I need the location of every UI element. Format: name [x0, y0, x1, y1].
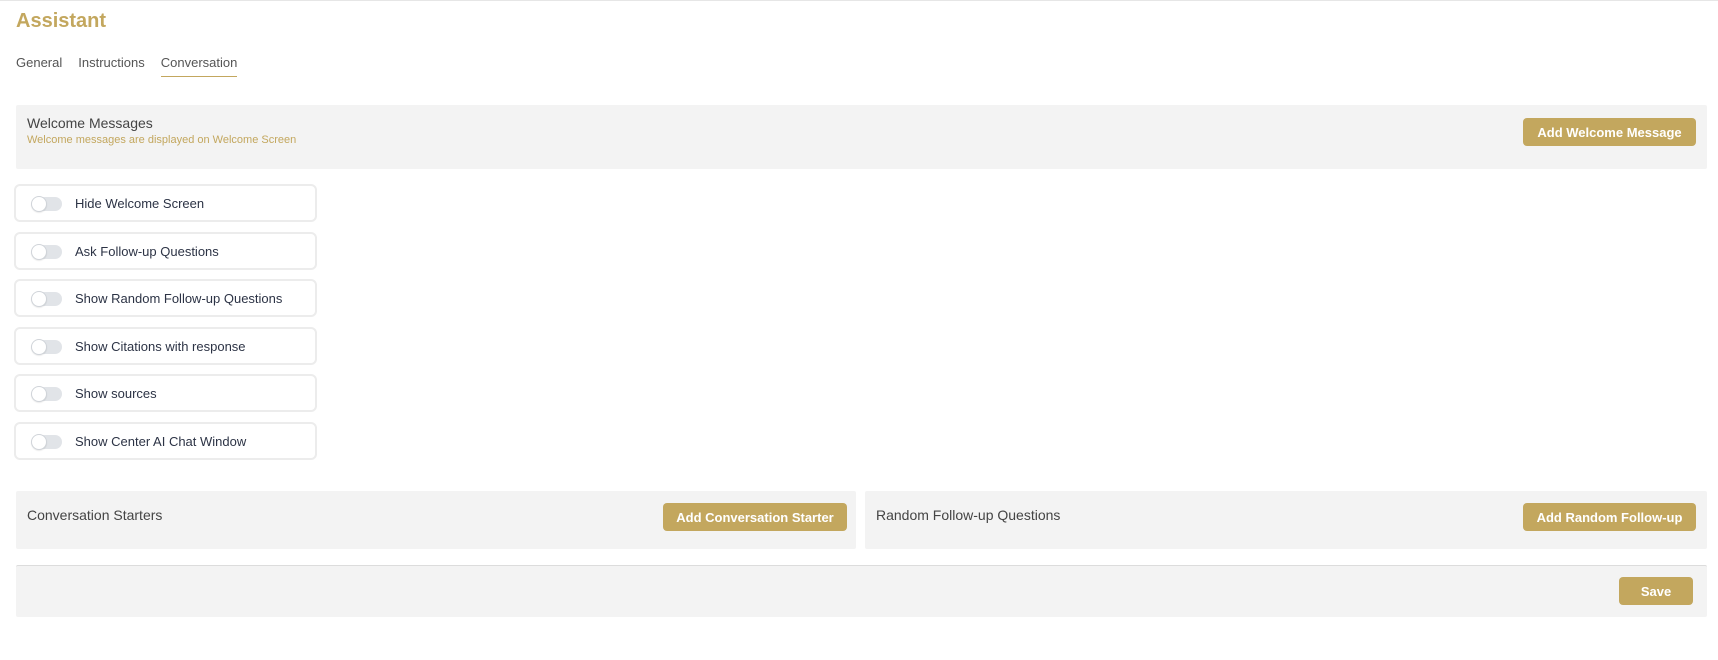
toggle-switch[interactable]	[31, 433, 62, 450]
toggle-knob	[31, 433, 47, 450]
welcome-messages-title: Welcome Messages	[27, 115, 153, 131]
toggle-knob	[31, 338, 47, 355]
footer-bar: Save	[16, 565, 1707, 617]
tab-instructions[interactable]: Instructions	[78, 55, 144, 77]
random-follow-up-title: Random Follow-up Questions	[876, 507, 1061, 523]
toggle-label: Show sources	[75, 386, 157, 401]
toggle-switch[interactable]	[31, 196, 62, 212]
toggle-label: Show Random Follow-up Questions	[75, 291, 283, 306]
toggle-label: Hide Welcome Screen	[75, 196, 205, 211]
welcome-messages-subtitle: Welcome messages are displayed on Welcom…	[27, 134, 297, 146]
tab-conversation[interactable]: Conversation	[160, 55, 238, 77]
toggle-switch[interactable]	[31, 338, 62, 355]
toggle-row-ask-follow-up-questions[interactable]: Ask Follow-up Questions	[14, 231, 317, 270]
toggle-label: Show Center AI Chat Window	[75, 433, 247, 449]
toggle-switch[interactable]	[31, 386, 62, 402]
add-random-follow-up-button[interactable]: Add Random Follow-up	[1523, 503, 1696, 531]
tab-bar: General Instructions Conversation	[16, 55, 238, 77]
toggle-row-show-citations[interactable]: Show Citations with response	[14, 326, 317, 365]
random-follow-up-panel: Random Follow-up Questions Add Random Fo…	[865, 491, 1707, 549]
conversation-starters-panel: Conversation Starters Add Conversation S…	[16, 491, 856, 549]
add-welcome-message-button[interactable]: Add Welcome Message	[1523, 118, 1696, 146]
toggle-row-show-random-follow-up-questions[interactable]: Show Random Follow-up Questions	[14, 279, 317, 317]
toggle-label: Show Citations with response	[75, 338, 246, 354]
toggle-switch[interactable]	[31, 243, 62, 260]
page-title: Assistant	[16, 10, 107, 32]
top-divider	[0, 0, 1718, 1]
toggle-knob	[31, 291, 47, 307]
tab-general[interactable]: General	[16, 55, 62, 77]
toggle-knob	[31, 243, 47, 260]
toggle-row-show-sources[interactable]: Show sources	[14, 374, 317, 412]
toggle-row-show-center-ai-chat-window[interactable]: Show Center AI Chat Window	[14, 421, 317, 460]
toggle-switch[interactable]	[31, 291, 62, 307]
save-button[interactable]: Save	[1619, 577, 1693, 605]
welcome-messages-panel: Welcome Messages Welcome messages are di…	[16, 105, 1707, 169]
conversation-starters-title: Conversation Starters	[27, 507, 163, 523]
toggle-label: Ask Follow-up Questions	[75, 243, 219, 259]
toggle-knob	[31, 196, 47, 212]
toggle-row-hide-welcome-screen[interactable]: Hide Welcome Screen	[14, 184, 317, 222]
add-conversation-starter-button[interactable]: Add Conversation Starter	[663, 503, 847, 531]
settings-toggle-list: Hide Welcome Screen Ask Follow-up Questi…	[14, 184, 317, 469]
toggle-knob	[31, 386, 47, 402]
